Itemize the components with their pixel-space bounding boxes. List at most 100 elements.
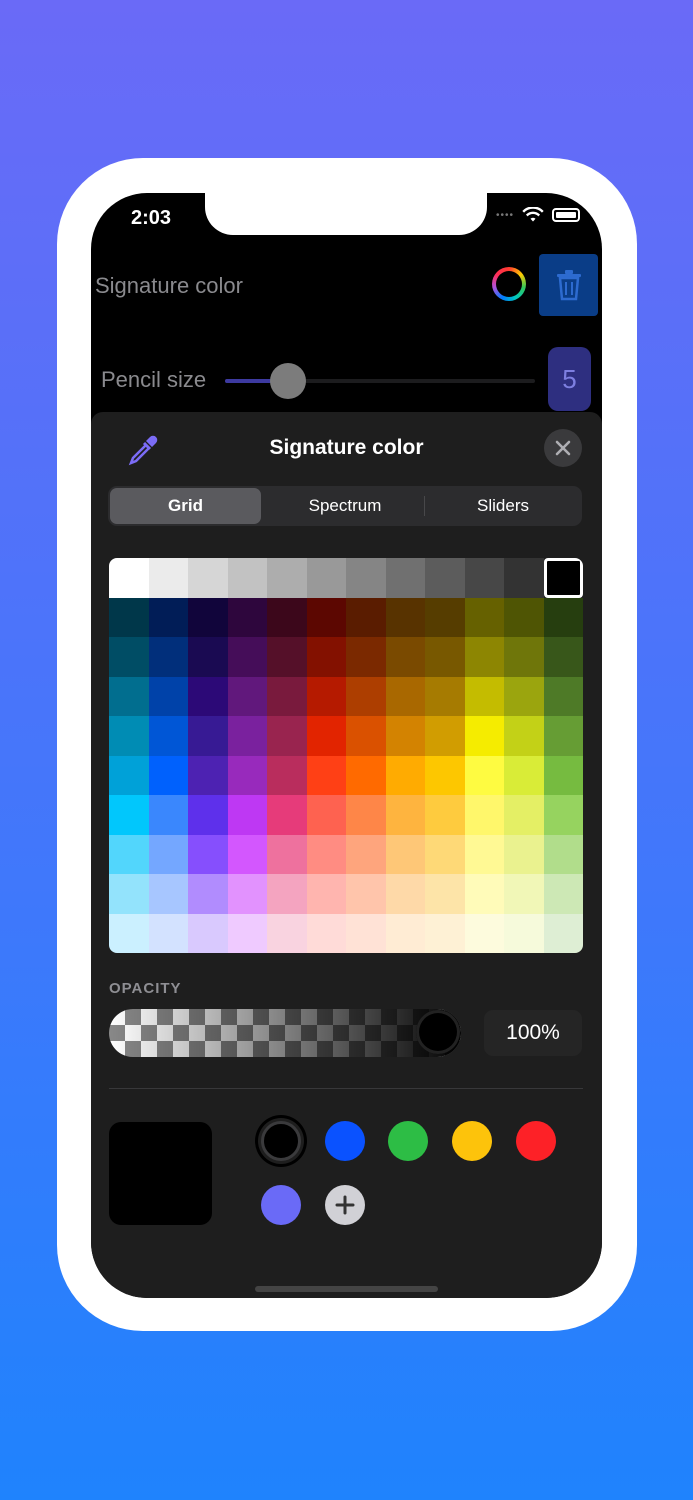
color-grid-cell[interactable] <box>425 795 465 835</box>
color-grid-cell[interactable] <box>148 834 188 874</box>
color-grid-cell[interactable] <box>188 676 228 716</box>
color-grid-cell[interactable] <box>385 795 425 835</box>
color-grid-cell[interactable] <box>543 716 583 756</box>
color-grid-cell[interactable] <box>188 913 228 953</box>
color-grid-cell[interactable] <box>306 834 346 874</box>
color-grid-cell[interactable] <box>267 874 307 914</box>
color-grid-cell[interactable] <box>227 716 267 756</box>
preset-swatch-blue[interactable] <box>325 1121 365 1161</box>
color-grid-cell[interactable] <box>109 913 149 953</box>
color-grid-cell[interactable] <box>543 558 583 598</box>
color-grid-cell[interactable] <box>109 834 149 874</box>
color-grid-cell[interactable] <box>504 795 544 835</box>
color-grid-cell[interactable] <box>188 597 228 637</box>
color-grid-cell[interactable] <box>148 558 188 598</box>
color-grid-cell[interactable] <box>109 597 149 637</box>
color-grid-cell[interactable] <box>543 597 583 637</box>
color-grid-cell[interactable] <box>267 834 307 874</box>
opacity-slider[interactable] <box>109 1009 461 1057</box>
color-grid-cell[interactable] <box>543 913 583 953</box>
color-grid-cell[interactable] <box>148 716 188 756</box>
color-grid-cell[interactable] <box>425 874 465 914</box>
color-grid-cell[interactable] <box>385 834 425 874</box>
close-button[interactable] <box>544 429 582 467</box>
color-grid-cell[interactable] <box>267 755 307 795</box>
opacity-thumb[interactable] <box>416 1010 460 1054</box>
color-grid-cell[interactable] <box>464 597 504 637</box>
color-grid-cell[interactable] <box>385 676 425 716</box>
color-grid-cell[interactable] <box>385 755 425 795</box>
color-grid-cell[interactable] <box>425 834 465 874</box>
preset-swatch-yellow[interactable] <box>452 1121 492 1161</box>
color-grid-cell[interactable] <box>267 795 307 835</box>
color-grid-cell[interactable] <box>504 755 544 795</box>
color-grid-cell[interactable] <box>385 716 425 756</box>
color-grid-cell[interactable] <box>504 913 544 953</box>
color-grid-cell[interactable] <box>543 834 583 874</box>
tab-grid[interactable]: Grid <box>110 488 261 524</box>
color-grid-cell[interactable] <box>425 755 465 795</box>
preset-swatch-red[interactable] <box>516 1121 556 1161</box>
color-grid-cell[interactable] <box>306 755 346 795</box>
color-grid-cell[interactable] <box>346 676 386 716</box>
color-grid-cell[interactable] <box>425 716 465 756</box>
add-color-button[interactable] <box>325 1185 365 1225</box>
color-grid-cell[interactable] <box>385 637 425 677</box>
color-grid-cell[interactable] <box>188 558 228 598</box>
color-grid-cell[interactable] <box>425 558 465 598</box>
color-grid-cell[interactable] <box>504 716 544 756</box>
color-grid-cell[interactable] <box>504 676 544 716</box>
color-grid-cell[interactable] <box>464 874 504 914</box>
color-grid-cell[interactable] <box>543 755 583 795</box>
color-grid-cell[interactable] <box>306 913 346 953</box>
color-grid-cell[interactable] <box>306 716 346 756</box>
color-grid-cell[interactable] <box>385 913 425 953</box>
color-grid-cell[interactable] <box>109 637 149 677</box>
color-grid-cell[interactable] <box>346 558 386 598</box>
color-grid-cell[interactable] <box>346 913 386 953</box>
color-grid-cell[interactable] <box>148 755 188 795</box>
color-grid-cell[interactable] <box>109 676 149 716</box>
color-grid-cell[interactable] <box>504 558 544 598</box>
color-wheel-icon[interactable] <box>492 267 526 301</box>
color-grid-cell[interactable] <box>109 558 149 598</box>
color-grid-cell[interactable] <box>464 676 504 716</box>
color-grid-cell[interactable] <box>227 874 267 914</box>
color-grid-cell[interactable] <box>385 874 425 914</box>
color-grid-cell[interactable] <box>148 676 188 716</box>
color-grid-cell[interactable] <box>346 834 386 874</box>
opacity-value-field[interactable]: 100% <box>484 1010 582 1056</box>
color-grid-cell[interactable] <box>267 676 307 716</box>
color-grid-cell[interactable] <box>425 597 465 637</box>
color-grid-cell[interactable] <box>148 597 188 637</box>
color-grid-cell[interactable] <box>425 676 465 716</box>
color-grid-cell[interactable] <box>267 637 307 677</box>
color-grid-cell[interactable] <box>267 597 307 637</box>
color-grid-cell[interactable] <box>464 558 504 598</box>
color-grid-cell[interactable] <box>306 795 346 835</box>
color-grid-cell[interactable] <box>148 874 188 914</box>
slider-thumb[interactable] <box>270 363 306 399</box>
color-grid-cell[interactable] <box>227 913 267 953</box>
color-grid-cell[interactable] <box>227 795 267 835</box>
color-grid-cell[interactable] <box>306 558 346 598</box>
color-grid[interactable] <box>109 558 583 953</box>
color-grid-cell[interactable] <box>385 597 425 637</box>
color-grid-cell[interactable] <box>109 755 149 795</box>
color-grid-cell[interactable] <box>188 834 228 874</box>
color-grid-cell[interactable] <box>306 874 346 914</box>
color-grid-cell[interactable] <box>346 597 386 637</box>
preset-swatch-purple[interactable] <box>261 1185 301 1225</box>
preset-swatch-black[interactable] <box>261 1121 301 1161</box>
color-grid-cell[interactable] <box>188 874 228 914</box>
color-grid-cell[interactable] <box>464 755 504 795</box>
color-grid-cell[interactable] <box>109 716 149 756</box>
color-grid-cell[interactable] <box>543 795 583 835</box>
color-grid-cell[interactable] <box>504 834 544 874</box>
color-grid-cell[interactable] <box>543 874 583 914</box>
color-grid-cell[interactable] <box>464 913 504 953</box>
color-grid-cell[interactable] <box>464 834 504 874</box>
color-grid-cell[interactable] <box>148 795 188 835</box>
color-grid-cell[interactable] <box>425 637 465 677</box>
tab-spectrum[interactable]: Spectrum <box>268 488 422 524</box>
